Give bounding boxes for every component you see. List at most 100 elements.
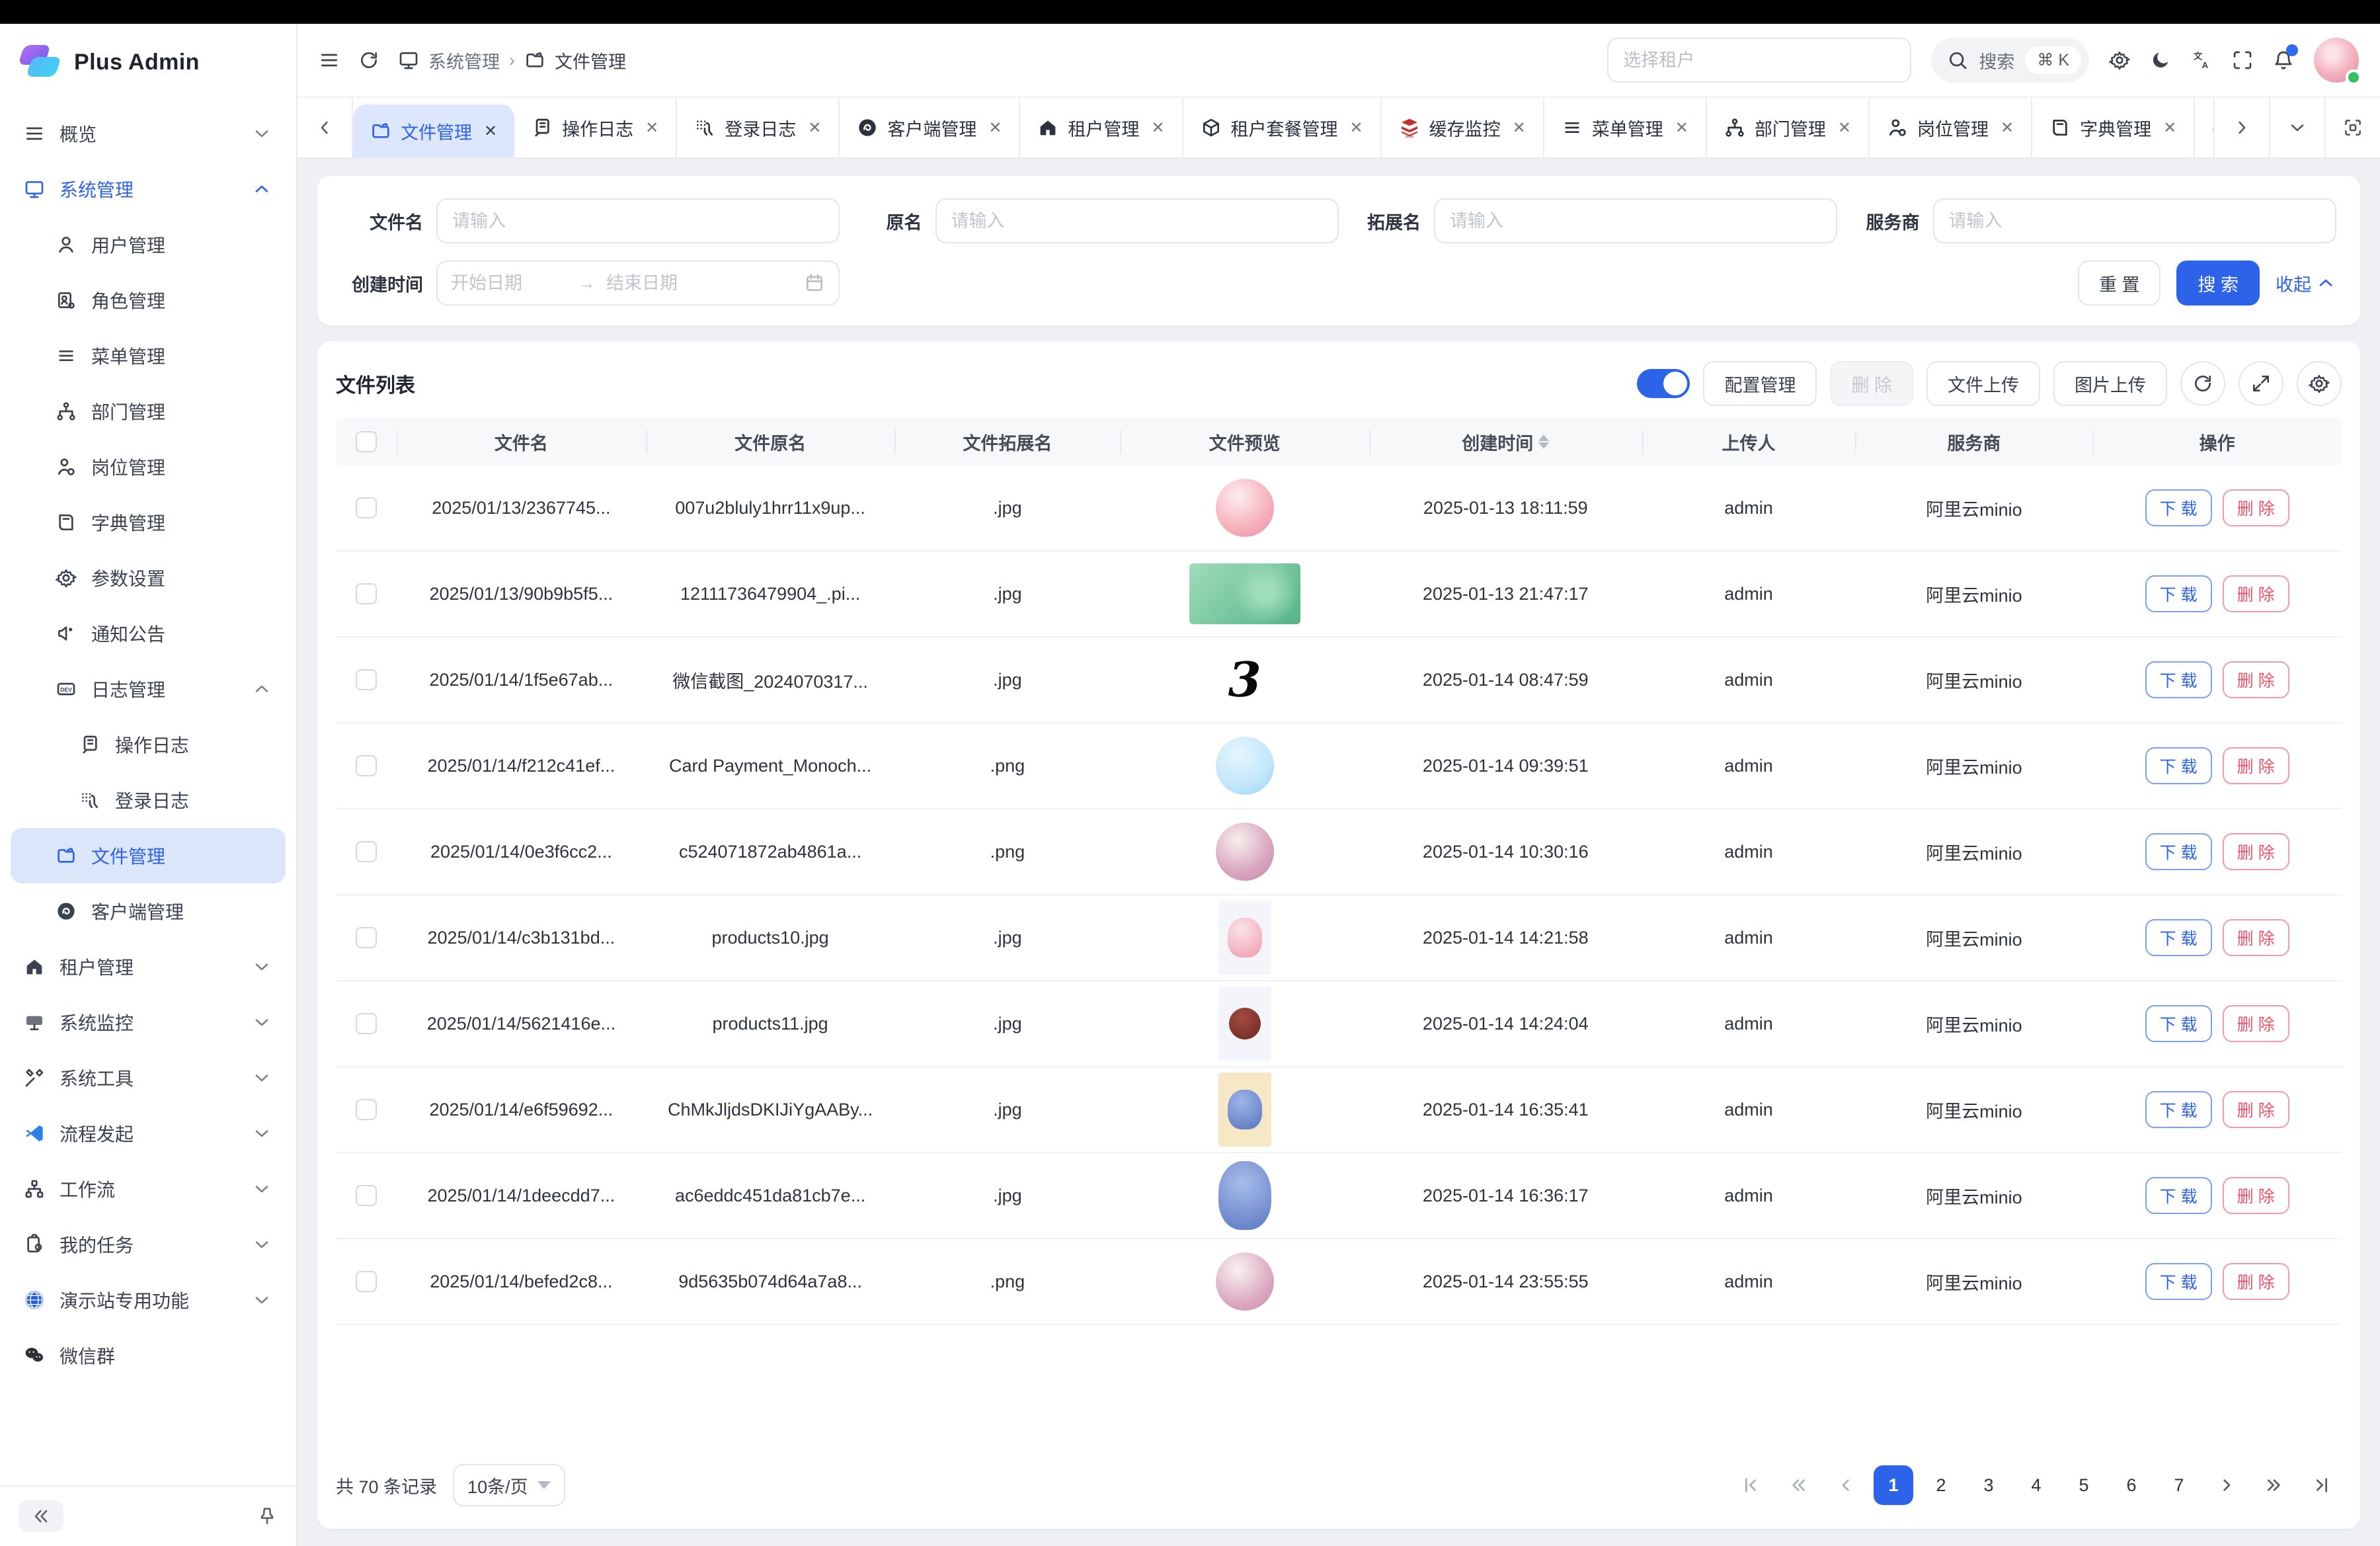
date-range-picker[interactable]: → <box>436 261 840 305</box>
row-checkbox[interactable] <box>356 1013 377 1034</box>
global-search-button[interactable]: 搜索 ⌘ K <box>1931 38 2089 83</box>
tab-close-icon[interactable]: ✕ <box>1675 118 1688 138</box>
tab-close-icon[interactable]: ✕ <box>1350 118 1363 138</box>
sidebar-item-0[interactable]: 概览 <box>11 106 286 161</box>
sidebar-item-11[interactable]: 操作日志 <box>11 717 286 772</box>
sidebar-item-4[interactable]: 菜单管理 <box>11 328 286 384</box>
row-checkbox[interactable] <box>356 1099 377 1120</box>
row-checkbox[interactable] <box>356 841 377 862</box>
sidebar-item-18[interactable]: 流程发起 <box>11 1106 286 1161</box>
delete-button[interactable]: 删 除 <box>2223 833 2289 870</box>
refresh-page-icon[interactable] <box>358 50 379 71</box>
search-panel-toggle[interactable] <box>1637 369 1690 398</box>
tab-close-icon[interactable]: ✕ <box>645 118 658 138</box>
filter-input-2[interactable] <box>1434 198 1837 243</box>
tabs-scroll-right-button[interactable] <box>2213 98 2269 157</box>
column-header[interactable]: 服务商 <box>1855 418 2092 466</box>
delete-button[interactable]: 删 除 <box>2223 747 2289 784</box>
tabs-scroll-left-button[interactable] <box>298 98 353 157</box>
tab-9[interactable]: 岗位管理✕ <box>1870 98 2032 157</box>
column-header[interactable]: 文件原名 <box>646 418 895 466</box>
column-header[interactable]: 文件名 <box>397 418 646 466</box>
download-button[interactable]: 下 载 <box>2145 1005 2212 1042</box>
toolbar-button-1[interactable]: 删 除 <box>1830 361 1913 406</box>
sidebar-item-20[interactable]: 我的任务 <box>11 1217 286 1272</box>
brand[interactable]: Plus Admin <box>0 24 296 95</box>
sidebar-collapse-button[interactable] <box>19 1500 63 1532</box>
delete-button[interactable]: 删 除 <box>2223 489 2289 526</box>
preview-image[interactable] <box>1216 1252 1274 1311</box>
row-checkbox[interactable] <box>356 1271 377 1292</box>
preview-image[interactable] <box>1216 823 1274 881</box>
page-6-button[interactable]: 6 <box>2112 1465 2151 1505</box>
sidebar-item-15[interactable]: 租户管理 <box>11 939 286 995</box>
column-header[interactable]: 文件拓展名 <box>894 418 1120 466</box>
tab-5[interactable]: 租户套餐管理✕ <box>1183 98 1382 157</box>
filter-input-1[interactable] <box>935 198 1339 243</box>
tab-7[interactable]: 菜单管理✕ <box>1544 98 1707 157</box>
tab-10[interactable]: 字典管理✕ <box>2032 98 2195 157</box>
download-button[interactable]: 下 载 <box>2145 1177 2212 1214</box>
filter-input-0[interactable] <box>436 198 840 243</box>
reset-button[interactable]: 重 置 <box>2078 261 2161 305</box>
preview-image[interactable] <box>1216 479 1274 537</box>
tab-close-icon[interactable]: ✕ <box>1513 118 1526 138</box>
sidebar-item-14[interactable]: 客户端管理 <box>11 883 286 939</box>
sidebar-item-13[interactable]: 文件管理 <box>11 828 286 883</box>
column-header[interactable]: 上传人 <box>1642 418 1856 466</box>
column-header[interactable]: 操作 <box>2092 418 2342 466</box>
download-button[interactable]: 下 载 <box>2145 1091 2212 1128</box>
sidebar-item-16[interactable]: 系统监控 <box>11 995 286 1050</box>
tab-close-icon[interactable]: ✕ <box>484 122 497 141</box>
sidebar-pin-button[interactable] <box>257 1506 278 1527</box>
tab-8[interactable]: 部门管理✕ <box>1707 98 1870 157</box>
sidebar-item-19[interactable]: 工作流 <box>11 1161 286 1217</box>
tenant-select-input[interactable] <box>1607 38 1911 83</box>
row-checkbox[interactable] <box>356 669 377 690</box>
preview-image[interactable] <box>1218 1073 1271 1147</box>
download-button[interactable]: 下 载 <box>2145 919 2212 956</box>
search-button[interactable]: 搜 索 <box>2176 261 2260 305</box>
delete-button[interactable]: 删 除 <box>2223 1091 2289 1128</box>
column-header[interactable]: 创建时间 <box>1369 418 1642 466</box>
next-5-pages-button[interactable] <box>2254 1465 2294 1505</box>
user-avatar[interactable] <box>2314 38 2359 83</box>
tab-close-icon[interactable]: ✕ <box>2001 118 2014 138</box>
tab-close-icon[interactable]: ✕ <box>1151 118 1164 138</box>
settings-icon[interactable] <box>2109 50 2130 71</box>
translate-icon[interactable]: 文A <box>2191 50 2212 71</box>
toolbar-button-3[interactable]: 图片上传 <box>2053 361 2167 406</box>
sidebar-item-9[interactable]: 通知公告 <box>11 606 286 661</box>
preview-image[interactable] <box>1218 901 1271 975</box>
gear-button[interactable] <box>2297 361 2342 406</box>
delete-button[interactable]: 删 除 <box>2223 919 2289 956</box>
preview-image[interactable] <box>1218 1161 1271 1230</box>
sidebar-item-17[interactable]: 系统工具 <box>11 1050 286 1106</box>
sort-icon[interactable] <box>1538 434 1549 449</box>
tab-6[interactable]: redis缓存监控✕ <box>1382 98 1544 157</box>
tab-2[interactable]: 登录日志✕ <box>677 98 840 157</box>
sidebar-item-7[interactable]: 字典管理 <box>11 495 286 550</box>
delete-button[interactable]: 删 除 <box>2223 1005 2289 1042</box>
tab-close-icon[interactable]: ✕ <box>1838 118 1851 138</box>
sidebar-item-3[interactable]: 角色管理 <box>11 272 286 328</box>
sidebar-item-12[interactable]: 登录日志 <box>11 772 286 828</box>
tab-close-icon[interactable]: ✕ <box>988 118 1002 138</box>
last-page-button[interactable] <box>2302 1465 2342 1505</box>
prev-page-button[interactable] <box>1826 1465 1866 1505</box>
sidebar-item-22[interactable]: 微信群 <box>11 1328 286 1383</box>
page-2-button[interactable]: 2 <box>1921 1465 1961 1505</box>
first-page-button[interactable] <box>1731 1465 1770 1505</box>
download-button[interactable]: 下 载 <box>2145 575 2212 612</box>
sidebar-item-10[interactable]: DEV日志管理 <box>11 661 286 717</box>
date-start-input[interactable] <box>451 273 567 294</box>
row-checkbox[interactable] <box>356 583 377 604</box>
tab-0[interactable]: 文件管理✕ <box>353 104 514 157</box>
delete-button[interactable]: 删 除 <box>2223 661 2289 698</box>
dark-mode-moon-icon[interactable] <box>2150 50 2171 71</box>
delete-button[interactable]: 删 除 <box>2223 575 2289 612</box>
download-button[interactable]: 下 载 <box>2145 1263 2212 1300</box>
row-checkbox[interactable] <box>356 927 377 948</box>
sidebar-item-8[interactable]: 参数设置 <box>11 550 286 606</box>
filter-input-3[interactable] <box>1933 198 2336 243</box>
